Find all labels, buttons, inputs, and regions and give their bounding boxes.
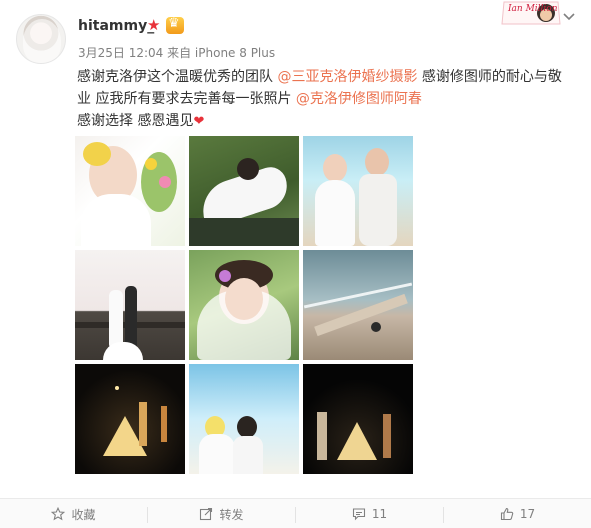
chevron-down-icon[interactable] [562, 12, 576, 22]
action-bar: 收藏 转发 11 17 [0, 498, 591, 528]
mention-link[interactable]: @克洛伊修图师阿春 [296, 91, 422, 107]
sticker-decoration: Ian Million [500, 0, 562, 26]
heart-emoji-icon: ❤ [193, 114, 205, 129]
post-text-segment: 感谢选择 感恩遇见 [77, 113, 194, 129]
post-text-segment: 业 应我所有要求去完善每一张照片 [77, 91, 296, 107]
favorite-button[interactable]: 收藏 [0, 499, 147, 528]
repost-button[interactable]: 转发 [148, 499, 295, 528]
username[interactable]: hitammy_ [78, 18, 154, 34]
repost-label: 转发 [219, 507, 244, 522]
photo-6[interactable] [303, 250, 413, 360]
photo-2[interactable] [189, 136, 299, 246]
comment-button[interactable]: 11 [296, 499, 443, 528]
like-button[interactable]: 17 [444, 499, 591, 528]
post-text-line-2: 业 应我所有要求去完善每一张照片 @克洛伊修图师阿春 [77, 88, 547, 110]
favorite-label: 收藏 [71, 507, 96, 522]
mention-link[interactable]: @三亚克洛伊婚纱摄影 [277, 69, 417, 85]
post-text-segment: 感谢修图师的耐心与敬 [417, 69, 562, 85]
post-text: 感谢克洛伊这个温暖优秀的团队 @三亚克洛伊婚纱摄影 感谢修图师的耐心与敬 业 应… [77, 66, 562, 133]
thumbs-up-icon [500, 507, 514, 521]
post-text-segment: 感谢克洛伊这个温暖优秀的团队 [77, 69, 278, 85]
avatar[interactable] [16, 14, 66, 64]
like-count: 17 [519, 507, 536, 521]
photo-9[interactable] [303, 364, 413, 474]
comment-count: 11 [371, 507, 388, 521]
photo-8[interactable] [189, 364, 299, 474]
star-outline-icon [51, 507, 66, 521]
post-text-line-1: 感谢克洛伊这个温暖优秀的团队 @三亚克洛伊婚纱摄影 感谢修图师的耐心与敬 [77, 66, 562, 88]
post-text-line-3: 感谢选择 感恩遇见❤ [77, 110, 547, 133]
comment-icon [352, 508, 365, 521]
crown-badge-icon[interactable] [166, 16, 184, 34]
weibo-post-card: hitammy_ ★ 3月25日 12:04 来自 iPhone 8 Plus … [0, 0, 591, 528]
photo-3[interactable] [303, 136, 413, 246]
sticker-text: Ian Million [508, 4, 558, 14]
photo-4[interactable] [75, 250, 185, 360]
post-meta: 3月25日 12:04 来自 iPhone 8 Plus [78, 46, 276, 60]
photo-1[interactable] [75, 136, 185, 246]
photo-7[interactable] [75, 364, 185, 474]
repost-icon [200, 507, 213, 521]
star-badge-icon[interactable]: ★ [147, 17, 163, 33]
photo-5[interactable] [189, 250, 299, 360]
